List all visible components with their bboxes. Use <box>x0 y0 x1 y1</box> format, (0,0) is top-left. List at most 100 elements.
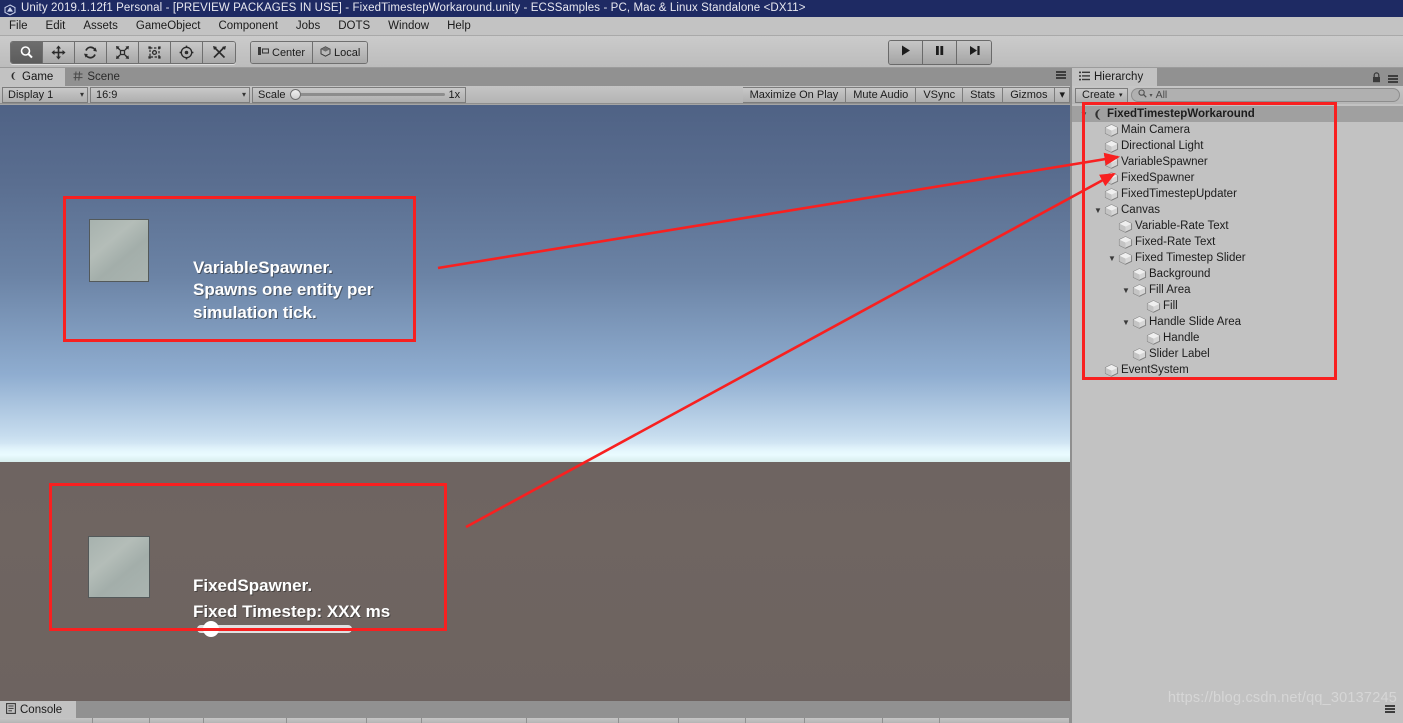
fixed-rate-text-title: FixedSpawner. <box>193 576 313 595</box>
hierarchy-item-directional-light[interactable]: Directional Light <box>1072 138 1403 154</box>
hierarchy-item-fixedtimestepworkaround[interactable]: ▼ FixedTimestepWorkaround <box>1072 106 1403 122</box>
twisty-expanded-icon[interactable]: ▼ <box>1078 110 1090 119</box>
twisty-expanded-icon[interactable]: ▼ <box>1092 206 1104 215</box>
hierarchy-search-field[interactable]: ▾ All <box>1130 88 1400 102</box>
create-button[interactable]: Create ▾ <box>1075 87 1128 103</box>
hierarchy-item-fill[interactable]: Fill <box>1072 298 1403 314</box>
gameobject-icon <box>1104 203 1119 217</box>
menu-edit[interactable]: Edit <box>37 17 75 35</box>
custom-editor-tool-icon <box>212 45 227 60</box>
console-toolbar-cell <box>150 718 205 723</box>
tab-console[interactable]: Console <box>0 701 77 718</box>
search-icon <box>1137 89 1147 101</box>
local-handle-icon <box>320 45 331 60</box>
rect-tool-button[interactable] <box>139 42 171 63</box>
hierarchy-item-fixed-rate-text[interactable]: Fixed-Rate Text <box>1072 234 1403 250</box>
game-panel-menu[interactable] <box>1056 71 1066 79</box>
menu-dots[interactable]: DOTS <box>329 17 379 35</box>
mute-audio-button[interactable]: Mute Audio <box>846 86 917 103</box>
display-dropdown[interactable]: Display 1 ▾ <box>2 86 88 103</box>
hierarchy-item-slider-label[interactable]: Slider Label <box>1072 346 1403 362</box>
gameobject-icon <box>1104 363 1119 377</box>
vsync-button[interactable]: VSync <box>916 86 964 103</box>
hierarchy-item-fill-area[interactable]: ▼ Fill Area <box>1072 282 1403 298</box>
hierarchy-item-fixed-timestep-slider[interactable]: ▼ Fixed Timestep Slider <box>1072 250 1403 266</box>
main-toolbar: Center Local <box>0 36 1403 68</box>
menu-component[interactable]: Component <box>209 17 286 35</box>
rect-transform-icon <box>147 45 162 60</box>
hierarchy-item-canvas[interactable]: ▼ Canvas <box>1072 202 1403 218</box>
variable-rate-text: VariableSpawner. Spawns one entity per s… <box>193 258 374 322</box>
aspect-dropdown[interactable]: 16:9 ▾ <box>90 86 250 103</box>
hierarchy-item-eventsystem[interactable]: EventSystem <box>1072 362 1403 378</box>
hierarchy-item-variable-rate-text[interactable]: Variable-Rate Text <box>1072 218 1403 234</box>
combined-transform-tool-button[interactable] <box>171 42 203 63</box>
menu-gameobject[interactable]: GameObject <box>127 17 210 35</box>
console-toolbar-cell <box>204 718 288 723</box>
hierarchy-item-background[interactable]: Background <box>1072 266 1403 282</box>
pivot-mode-button[interactable]: Center <box>251 42 314 63</box>
scale-tool-button[interactable] <box>107 42 139 63</box>
tab-scene[interactable]: Scene <box>65 68 132 86</box>
hierarchy-item-variablespawner[interactable]: VariableSpawner <box>1072 154 1403 170</box>
play-button[interactable] <box>889 41 923 64</box>
ground-plane <box>0 462 1070 701</box>
hierarchy-item-handle-slide-area[interactable]: ▼ Handle Slide Area <box>1072 314 1403 330</box>
pivot-mode-label: Center <box>272 46 306 59</box>
chevron-updown-icon: ▾ <box>79 90 84 99</box>
hierarchy-item-label: Fill Area <box>1149 284 1191 296</box>
unity-icon <box>4 3 16 16</box>
rotate-tool-button[interactable] <box>75 42 107 63</box>
scale-slider-group[interactable]: Scale 1x <box>252 86 467 103</box>
scale-slider-knob[interactable] <box>289 89 301 100</box>
pause-button[interactable] <box>923 41 957 64</box>
gizmos-dropdown-button[interactable]: ▾ <box>1055 86 1070 103</box>
panel-menu-icon[interactable] <box>1388 75 1398 83</box>
menu-assets[interactable]: Assets <box>74 17 127 35</box>
gameobject-icon <box>1118 235 1133 249</box>
tab-game-label: Game <box>22 71 54 83</box>
scale-icon <box>115 45 130 60</box>
fixed-timestep-slider[interactable] <box>197 621 352 637</box>
custom-tool-button[interactable] <box>203 42 235 63</box>
twisty-expanded-icon[interactable]: ▼ <box>1106 254 1118 263</box>
stats-button[interactable]: Stats <box>963 86 1004 103</box>
twisty-expanded-icon[interactable]: ▼ <box>1120 286 1132 295</box>
window-title: Unity 2019.1.12f1 Personal - [PREVIEW PA… <box>21 2 806 14</box>
menu-file[interactable]: File <box>0 17 37 35</box>
sky-backdrop <box>0 105 1070 460</box>
hierarchy-item-handle[interactable]: Handle <box>1072 330 1403 346</box>
scale-slider-track[interactable] <box>289 89 445 100</box>
game-render-area[interactable]: VariableSpawner. Spawns one entity per s… <box>0 105 1070 701</box>
move-arrows-icon <box>51 45 66 60</box>
gameobject-icon <box>1104 139 1119 153</box>
handle-rotation-button[interactable]: Local <box>313 42 368 63</box>
twisty-expanded-icon[interactable]: ▼ <box>1120 318 1132 327</box>
hierarchy-tabrow: Hierarchy <box>1072 68 1403 86</box>
panel-menu-icon[interactable] <box>1385 705 1395 713</box>
hand-tool-button[interactable] <box>11 42 43 63</box>
transform-tools-group <box>10 41 236 64</box>
hierarchy-item-fixedspawner[interactable]: FixedSpawner <box>1072 170 1403 186</box>
gizmos-button[interactable]: Gizmos <box>1003 86 1056 103</box>
hierarchy-tree[interactable]: ▼ FixedTimestepWorkaround Main Camera Direc… <box>1072 105 1403 701</box>
hierarchy-item-main-camera[interactable]: Main Camera <box>1072 122 1403 138</box>
console-toolbar-cell <box>0 718 93 723</box>
gameobject-icon <box>1146 299 1161 313</box>
scene-icon <box>1090 108 1105 121</box>
chevron-down-icon: ▾ <box>1149 92 1153 99</box>
hierarchy-item-fixedtimestepupdater[interactable]: FixedTimestepUpdater <box>1072 186 1403 202</box>
fixed-timestep-slider-handle[interactable] <box>202 621 219 637</box>
tab-game[interactable]: Game <box>0 68 66 86</box>
hierarchy-item-label: Fixed-Rate Text <box>1135 236 1216 248</box>
gameobject-icon <box>1118 219 1133 233</box>
menu-jobs[interactable]: Jobs <box>287 17 329 35</box>
game-view-toolbar: Display 1 ▾ 16:9 ▾ Scale 1x Maximize On … <box>0 86 1070 104</box>
move-tool-button[interactable] <box>43 42 75 63</box>
step-button[interactable] <box>957 41 991 64</box>
maximize-on-play-button[interactable]: Maximize On Play <box>742 86 847 103</box>
menu-window[interactable]: Window <box>379 17 438 35</box>
gameobject-icon <box>1118 251 1133 265</box>
tab-hierarchy[interactable]: Hierarchy <box>1072 68 1158 86</box>
menu-help[interactable]: Help <box>438 17 480 35</box>
